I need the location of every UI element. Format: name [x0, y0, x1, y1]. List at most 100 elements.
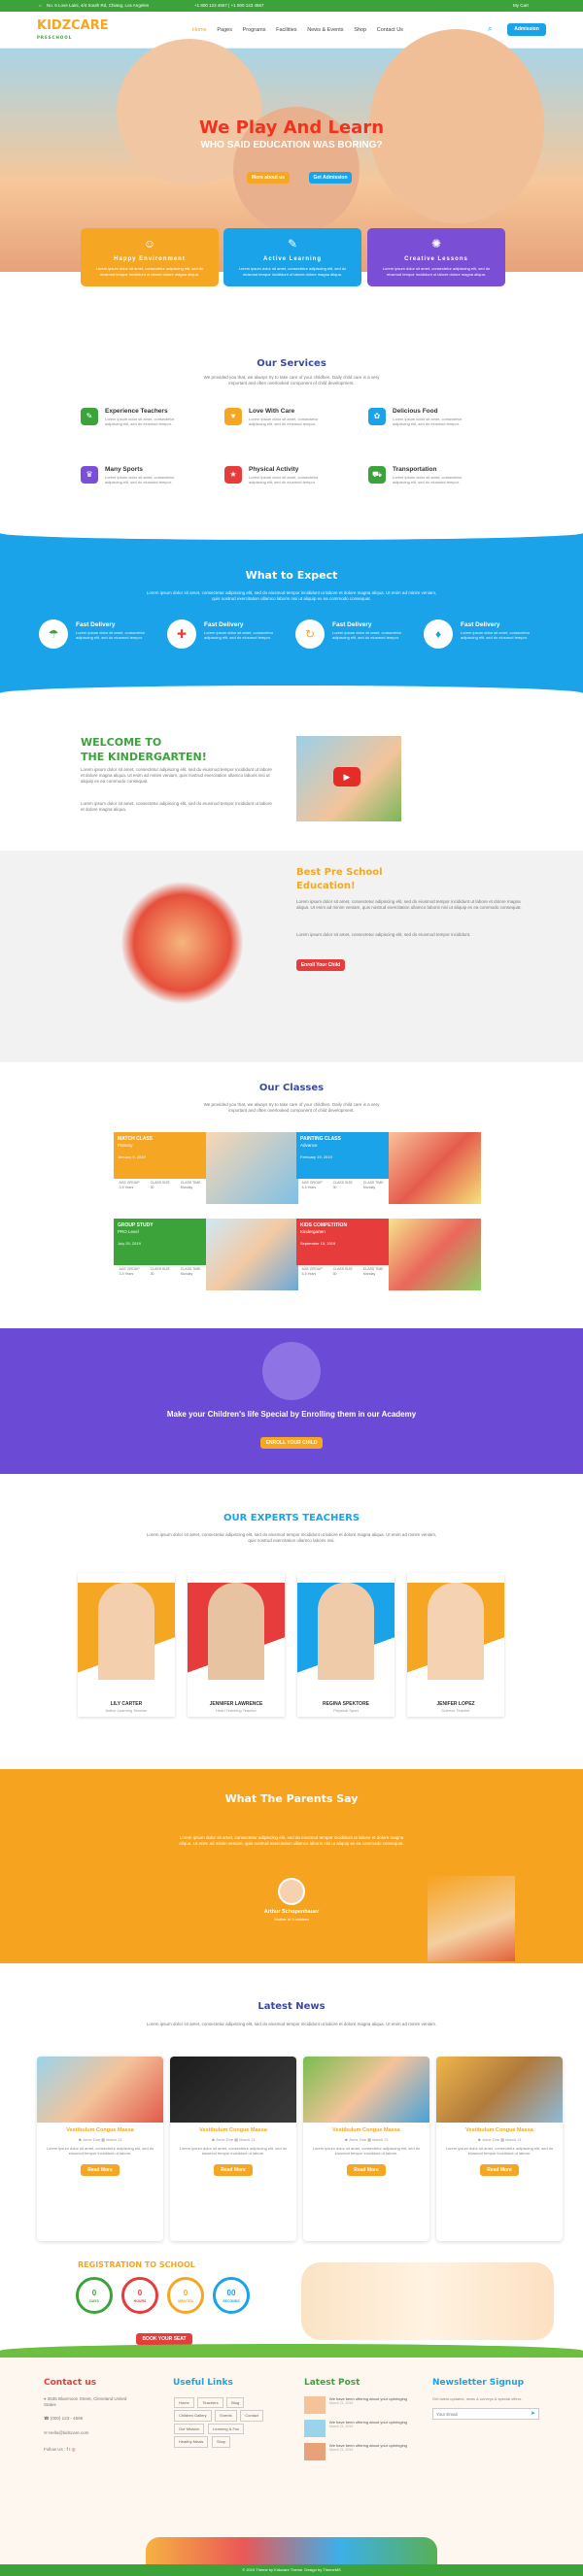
news-card-title[interactable]: Vestibulum Congue Massa — [42, 2127, 158, 2134]
class-meta: AGE GROUP 3-5 Years CLASS SIZE 30 CLASS TI… — [114, 1267, 206, 1276]
footer-link[interactable]: Learning & Fun — [208, 2423, 245, 2435]
news-card[interactable]: Vestibulum Congue Massa ☻ Anne Doe ▦ Mar… — [37, 2057, 163, 2241]
meta-value: 30 — [150, 1185, 154, 1189]
phone-text: (000) 123 - 4596 — [50, 2416, 84, 2421]
class-card[interactable]: PAINTING CLASS Advance February 19, 2019… — [296, 1132, 481, 1204]
news-image — [37, 2057, 163, 2123]
news-image — [303, 2057, 429, 2123]
welcome-video[interactable]: ▶ — [296, 736, 401, 821]
service-title: Many Sports — [105, 466, 144, 473]
newsletter-email-input[interactable] — [432, 2408, 539, 2420]
service-text: Lorem ipsum dolor sit amet, consectetur … — [105, 475, 175, 485]
news-intro: Lorem ipsum dolor sit amet, consectetur … — [146, 2022, 437, 2026]
read-more-button[interactable]: Read More — [480, 2163, 519, 2176]
footer-link[interactable]: Home — [174, 2397, 194, 2409]
card-text: Lorem ipsum dolor sit amet, consectetur … — [95, 266, 204, 277]
news-text: Lorem ipsum dolor sit amet, consectetur … — [179, 2145, 288, 2157]
footer-post[interactable]: We have been offering about your upbring… — [304, 2396, 411, 2414]
news-card[interactable]: Vestibulum Congue Massa ☻ Anne Doe ▦ Mar… — [436, 2057, 563, 2241]
wave-bottom — [0, 686, 583, 701]
cheering-kids-image — [428, 1876, 515, 1961]
teacher-role: Active Learning Teacher — [105, 1707, 148, 1713]
cartoon-kids-illustration — [301, 2262, 554, 2340]
cart-link[interactable]: My Cart — [513, 3, 529, 9]
footer-link[interactable]: Shop — [212, 2436, 231, 2448]
top-phone: +1 800 123 4567 | +1 800 123 4567 — [194, 3, 264, 8]
teachers-title: OUR EXPERTS TEACHERS — [223, 1513, 360, 1523]
teacher-card[interactable]: JENIFER LOPEZ Science Teacher — [407, 1573, 504, 1717]
class-meta: AGE GROUP 3-5 Years CLASS SIZE 30 CLASS TI… — [296, 1267, 389, 1276]
read-more-button[interactable]: Read More — [214, 2163, 253, 2176]
twitter-icon[interactable]: t — [69, 2447, 70, 2452]
card-text: Lorem ipsum dolor sit amet, consectetur … — [238, 266, 347, 277]
news-card-title[interactable]: Vestibulum Congue Massa — [175, 2127, 292, 2134]
menu-contact[interactable]: Contact Us — [377, 27, 403, 33]
news-card[interactable]: Vestibulum Congue Massa ☻ Anne Doe ▦ Mar… — [303, 2057, 429, 2241]
footer-link[interactable]: Our Mission — [174, 2423, 205, 2435]
play-icon[interactable]: ▶ — [333, 767, 360, 786]
meta-value: Monday — [362, 1271, 376, 1276]
bulb-icon: ✺ — [430, 237, 442, 251]
links-title: Useful Links — [173, 2378, 233, 2388]
service-title: Delicious Food — [393, 408, 438, 415]
best-section: Best Pre School Education! Lorem ipsum d… — [0, 851, 583, 1062]
teacher-card[interactable]: LILY CARTER Active Learning Teacher — [78, 1573, 175, 1717]
logo[interactable]: KIDZCARE PRESCHOOL — [37, 17, 109, 40]
enroll-button[interactable]: ENROLL YOUR CHILD — [260, 1437, 323, 1449]
welcome-text: Lorem ipsum dolor sit amet, consectetur … — [81, 767, 272, 785]
footer-link[interactable]: Healthy Meals — [174, 2436, 209, 2448]
book-seat-button[interactable]: BOOK YOUR SEAT — [136, 2333, 192, 2345]
footer-link[interactable]: Events — [215, 2410, 237, 2422]
footer-link[interactable]: Contact — [240, 2410, 264, 2422]
get-admission-button[interactable]: Get Admission — [309, 172, 352, 184]
expect-section: What to Expect Lorem ipsum dolor sit ame… — [0, 526, 583, 701]
admission-button[interactable]: Admission — [507, 23, 546, 36]
news-text: Lorem ipsum dolor sit amet, consectetur … — [445, 2145, 554, 2157]
teacher-card[interactable]: REGINA SPEKTORE Physical Sport — [297, 1573, 394, 1717]
class-card[interactable]: KIDS COMPETITION Kindergarten September … — [296, 1219, 481, 1290]
more-about-button[interactable]: More about us — [247, 172, 290, 184]
post-date: March 21, 2019 — [329, 2425, 354, 2429]
read-more-button[interactable]: Read More — [81, 2163, 120, 2176]
contact-email[interactable]: ✉ Hello@kidscare.com — [44, 2430, 88, 2436]
class-card[interactable]: GROUP STUDY PRO Level July 25, 2019 AGE … — [114, 1219, 298, 1290]
menu-facilities[interactable]: Facilities — [276, 27, 296, 33]
enroll-child-button[interactable]: Enroll Your Child — [296, 959, 345, 971]
welcome-text-2: Lorem ipsum dolor sit amet, consectetur … — [81, 801, 272, 813]
grass-divider — [0, 2344, 583, 2358]
facebook-icon[interactable]: f — [67, 2447, 68, 2452]
footer-link[interactable]: Teachers — [197, 2397, 223, 2409]
news-card[interactable]: Vestibulum Congue Massa ☻ Anne Doe ▦ Mar… — [170, 2057, 296, 2241]
teacher-card[interactable]: JENNIFER LAWRENCE Head Teaching Teacher — [188, 1573, 285, 1717]
news-card-title[interactable]: Vestibulum Congue Massa — [308, 2127, 425, 2134]
menu-programs[interactable]: Programs — [243, 27, 266, 33]
logo-tagline: PRESCHOOL — [37, 34, 73, 40]
instagram-icon[interactable]: ◎ — [72, 2447, 76, 2452]
menu-news[interactable]: News & Events — [307, 27, 343, 33]
send-icon[interactable]: ➤ — [531, 2410, 535, 2418]
menu-shop[interactable]: Shop — [354, 27, 366, 33]
footer-post[interactable]: We have been offering about your upbring… — [304, 2420, 411, 2437]
class-date: January 9, 2019 — [118, 1154, 146, 1159]
news-text: Lorem ipsum dolor sit amet, consectetur … — [312, 2145, 421, 2157]
service-text: Lorem ipsum dolor sit amet, consectetur … — [393, 417, 463, 427]
search-icon[interactable]: ⌕ — [488, 24, 492, 35]
best-title-line2: Education! — [296, 880, 356, 891]
news-author: Anne Doe — [83, 2137, 101, 2143]
best-title: Best Pre School Education! — [296, 866, 383, 892]
best-text: Lorem ipsum dolor sit amet, consectetur … — [296, 899, 522, 911]
menu-home[interactable]: Home — [192, 27, 207, 33]
news-card-title[interactable]: Vestibulum Congue Massa — [441, 2127, 558, 2134]
news-date: March 21 — [239, 2137, 256, 2143]
enroll-title: Make your Children's life Special by Enr… — [166, 1410, 417, 1419]
class-card[interactable]: MATCH CLASS Primary January 9, 2019 AGE … — [114, 1132, 298, 1204]
footer-link[interactable]: Children Gallery — [174, 2410, 212, 2422]
read-more-button[interactable]: Read More — [347, 2163, 386, 2176]
food-icon: ✿ — [368, 408, 386, 425]
footer-link[interactable]: Blog — [226, 2397, 245, 2409]
teacher-photo — [407, 1583, 504, 1697]
service-title: Experience Teachers — [105, 408, 168, 415]
news-image — [170, 2057, 296, 2123]
menu-pages[interactable]: Pages — [217, 27, 232, 33]
footer-post[interactable]: We have been offering about your upbring… — [304, 2443, 411, 2460]
